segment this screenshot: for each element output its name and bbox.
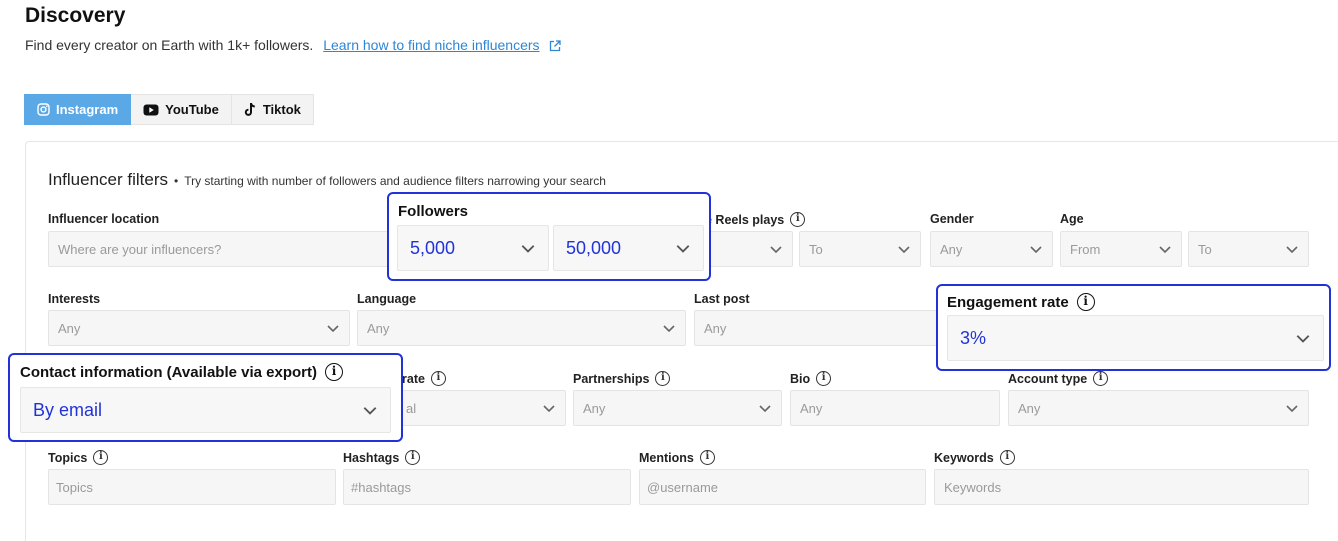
filters-title: Influencer filters	[48, 170, 168, 189]
chevron-down-icon	[663, 325, 675, 333]
language-label: Language	[357, 292, 417, 306]
info-icon[interactable]: i	[405, 450, 421, 465]
instagram-icon	[37, 103, 50, 116]
mentions-label: Mentions i	[639, 450, 715, 465]
keywords-label: Keywords i	[934, 450, 1015, 465]
topics-label: Topics i	[48, 450, 109, 465]
contact-information-label: Contact information (Available via expor…	[20, 363, 343, 381]
info-icon[interactable]: i	[1076, 293, 1095, 311]
chevron-down-icon	[1030, 246, 1042, 254]
topics-input[interactable]: Topics	[48, 469, 336, 505]
influencer-location-input[interactable]: Where are your influencers?	[48, 231, 393, 267]
chevron-down-icon	[898, 246, 910, 254]
growth-rate-select[interactable]: al	[396, 390, 566, 426]
chevron-down-icon	[363, 407, 377, 415]
info-icon[interactable]: i	[699, 450, 715, 465]
subtitle-text: Find every creator on Earth with 1k+ fol…	[25, 37, 314, 53]
followers-max-select[interactable]: 50,000	[553, 225, 704, 271]
age-to-select[interactable]: To	[1188, 231, 1309, 267]
page-title: Discovery	[25, 4, 126, 27]
last-post-select[interactable]: Any	[694, 310, 944, 346]
youtube-icon	[143, 104, 159, 116]
interests-label: Interests	[48, 292, 101, 306]
age-label: Age	[1060, 212, 1084, 226]
chevron-down-icon	[327, 325, 339, 333]
filters-hint: Try starting with number of followers an…	[174, 174, 606, 188]
engagement-rate-select[interactable]: 3%	[947, 315, 1324, 361]
interests-select[interactable]: Any	[48, 310, 350, 346]
tab-tiktok[interactable]: Tiktok	[231, 94, 314, 125]
reels-plays-min-select[interactable]	[705, 231, 793, 267]
chevron-down-icon	[1286, 246, 1298, 254]
language-select[interactable]: Any	[357, 310, 686, 346]
contact-information-filter: Contact information (Available via expor…	[8, 353, 403, 442]
chevron-down-icon	[1159, 246, 1171, 254]
age-from-select[interactable]: From	[1060, 231, 1182, 267]
tiktok-icon	[244, 102, 257, 117]
tab-label: YouTube	[165, 102, 219, 117]
chevron-down-icon	[676, 245, 690, 253]
reels-plays-max-select[interactable]: To	[799, 231, 921, 267]
info-icon[interactable]: i	[325, 363, 343, 381]
bio-input[interactable]: Any	[790, 390, 1000, 426]
partnerships-select[interactable]: Any	[573, 390, 782, 426]
chevron-down-icon	[543, 405, 555, 413]
platform-tabs: Instagram YouTube Tiktok	[24, 94, 314, 125]
chevron-down-icon	[770, 246, 782, 254]
chevron-down-icon	[521, 245, 535, 253]
filters-heading: Influencer filters Try starting with numb…	[48, 170, 606, 190]
contact-information-select[interactable]: By email	[20, 387, 391, 433]
hashtags-label: Hashtags i	[343, 450, 421, 465]
chevron-down-icon	[759, 405, 771, 413]
mentions-input[interactable]: @username	[639, 469, 926, 505]
followers-label: Followers	[398, 203, 469, 220]
influencer-location-label: Influencer location	[48, 212, 160, 226]
account-type-select[interactable]: Any	[1008, 390, 1309, 426]
growth-rate-label: rate i	[402, 371, 446, 386]
info-icon[interactable]: i	[999, 450, 1015, 465]
gender-label: Gender	[930, 212, 974, 226]
hashtags-input[interactable]: #hashtags	[343, 469, 631, 505]
engagement-rate-filter: Engagement rate i 3%	[936, 284, 1331, 371]
info-icon[interactable]: i	[93, 450, 109, 465]
last-post-label: Last post	[694, 292, 750, 306]
info-icon[interactable]: i	[430, 371, 446, 386]
tab-instagram[interactable]: Instagram	[24, 94, 132, 125]
chevron-down-icon	[1296, 335, 1310, 343]
tab-youtube[interactable]: YouTube	[131, 94, 232, 125]
info-icon[interactable]: i	[1093, 371, 1109, 386]
engagement-rate-label: Engagement rate i	[947, 293, 1095, 311]
external-link-icon[interactable]	[549, 39, 562, 55]
tab-label: Instagram	[56, 102, 119, 117]
page-subtitle: Find every creator on Earth with 1k+ fol…	[25, 37, 562, 55]
followers-min-select[interactable]: 5,000	[397, 225, 549, 271]
account-type-label: Account type i	[1008, 371, 1109, 386]
info-icon[interactable]: i	[790, 212, 806, 227]
followers-filter: Followers 5,000 50,000	[387, 192, 711, 281]
learn-niche-influencers-link[interactable]: Learn how to find niche influencers	[323, 37, 539, 53]
chevron-down-icon	[1286, 405, 1298, 413]
bio-label: Bio i	[790, 371, 832, 386]
gender-select[interactable]: Any	[930, 231, 1053, 267]
info-icon[interactable]: i	[655, 371, 671, 386]
partnerships-label: Partnerships i	[573, 371, 671, 386]
info-icon[interactable]: i	[816, 371, 832, 386]
location-placeholder: Where are your influencers?	[58, 241, 222, 257]
tab-label: Tiktok	[262, 102, 301, 117]
reels-plays-label: e Reels plays i	[705, 212, 806, 227]
keywords-input[interactable]: Keywords	[934, 469, 1309, 505]
